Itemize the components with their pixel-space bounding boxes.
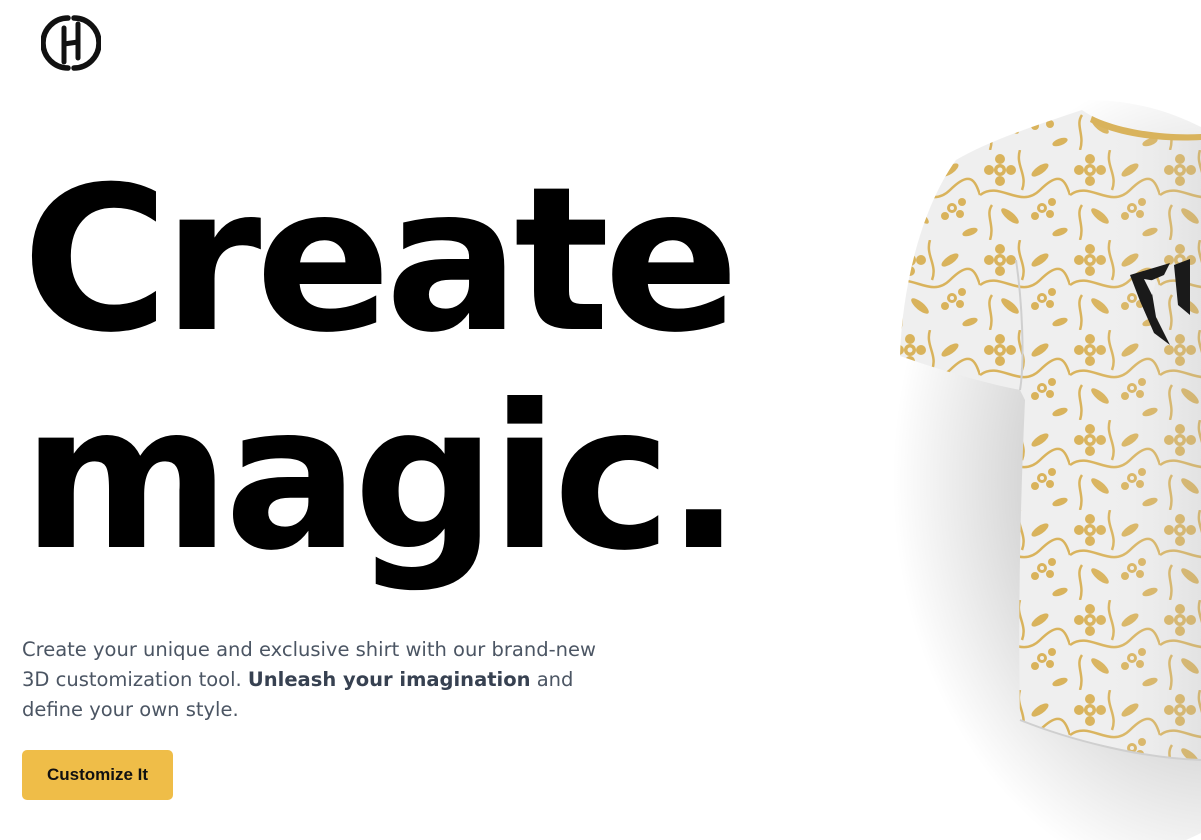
customize-it-button[interactable]: Customize It bbox=[22, 750, 173, 800]
hero-description: Create your unique and exclusive shirt w… bbox=[22, 635, 597, 725]
description-highlight: Unleash your imagination bbox=[247, 668, 531, 691]
shirt-3d-preview[interactable] bbox=[620, 60, 1201, 840]
brand-logo-icon[interactable] bbox=[40, 14, 102, 72]
landing-page: Create magic. Create your unique and exc… bbox=[0, 0, 1201, 840]
